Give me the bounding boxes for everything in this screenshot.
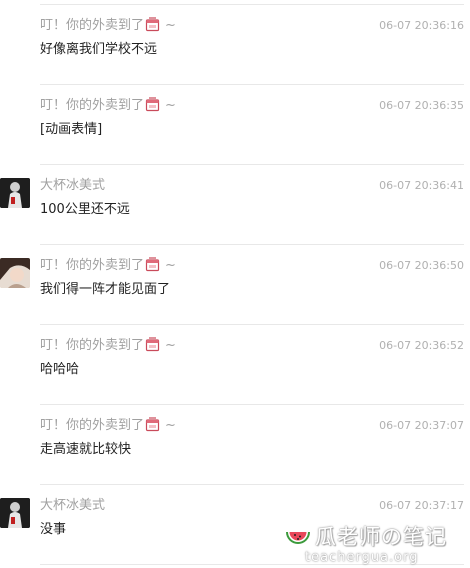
message-item[interactable]: 叮！你的外卖到了 ~ 06-07 20:36:52 哈哈哈 (0, 320, 470, 400)
message-item[interactable]: 叮！你的外卖到了 ~ 06-07 20:36:35 [动画表情] (0, 80, 470, 160)
timestamp: 06-07 20:36:16 (379, 19, 464, 32)
sender-name: 叮！你的外卖到了 ~ (40, 257, 176, 273)
sender-name: 大杯冰美式 (40, 178, 106, 193)
takeout-cup-icon (145, 337, 160, 352)
timestamp: 06-07 20:36:35 (379, 99, 464, 112)
sender-name: 叮！你的外卖到了 ~ (40, 97, 176, 113)
divider (40, 404, 464, 405)
chat-history-list: 叮！你的外卖到了 ~ 06-07 20:36:16 好像离我们学校不远 叮！你的外… (0, 0, 470, 560)
divider (40, 164, 464, 165)
message-text: 好像离我们学校不远 (40, 42, 158, 57)
message-text: 我们得一阵才能见面了 (40, 282, 171, 297)
timestamp: 06-07 20:36:52 (379, 339, 464, 352)
message-text: 走高速就比较快 (40, 442, 132, 457)
watermelon-icon (286, 532, 310, 544)
divider (40, 484, 464, 485)
timestamp: 06-07 20:36:41 (379, 179, 464, 192)
timestamp: 06-07 20:37:07 (379, 419, 464, 432)
takeout-cup-icon (145, 417, 160, 432)
watermark-title: 瓜老师の笔记 (315, 525, 447, 549)
divider (40, 324, 464, 325)
avatar[interactable] (0, 498, 30, 528)
sender-name: 大杯冰美式 (40, 498, 106, 513)
message-item[interactable]: 叮！你的外卖到了 ~ 06-07 20:37:07 走高速就比较快 (0, 400, 470, 480)
message-text: [动画表情] (40, 122, 103, 137)
message-item[interactable]: 叮！你的外卖到了 ~ 06-07 20:36:16 好像离我们学校不远 (0, 0, 470, 80)
sender-name: 叮！你的外卖到了 ~ (40, 417, 176, 433)
sender-name: 叮！你的外卖到了 ~ (40, 17, 176, 33)
divider (40, 84, 464, 85)
message-item[interactable]: 大杯冰美式 06-07 20:36:41 100公里还不远 (0, 160, 470, 240)
takeout-cup-icon (145, 97, 160, 112)
timestamp: 06-07 20:36:50 (379, 259, 464, 272)
watermark-url: teachergua.org (305, 550, 419, 565)
message-item[interactable]: 叮！你的外卖到了 ~ 06-07 20:36:50 我们得一阵才能见面了 (0, 240, 470, 320)
avatar[interactable] (0, 178, 30, 208)
avatar-image (0, 258, 30, 288)
takeout-cup-icon (145, 257, 160, 272)
message-text: 没事 (40, 522, 67, 537)
avatar-image (0, 498, 30, 528)
avatar-image (0, 178, 30, 208)
divider (40, 4, 464, 5)
takeout-cup-icon (145, 17, 160, 32)
sender-name: 叮！你的外卖到了 ~ (40, 337, 176, 353)
message-text: 100公里还不远 (40, 202, 130, 217)
timestamp: 06-07 20:37:17 (379, 499, 464, 512)
message-text: 哈哈哈 (40, 362, 80, 377)
watermark: 瓜老师の笔记 teachergua.org (283, 520, 463, 568)
divider (40, 244, 464, 245)
avatar[interactable] (0, 258, 30, 288)
